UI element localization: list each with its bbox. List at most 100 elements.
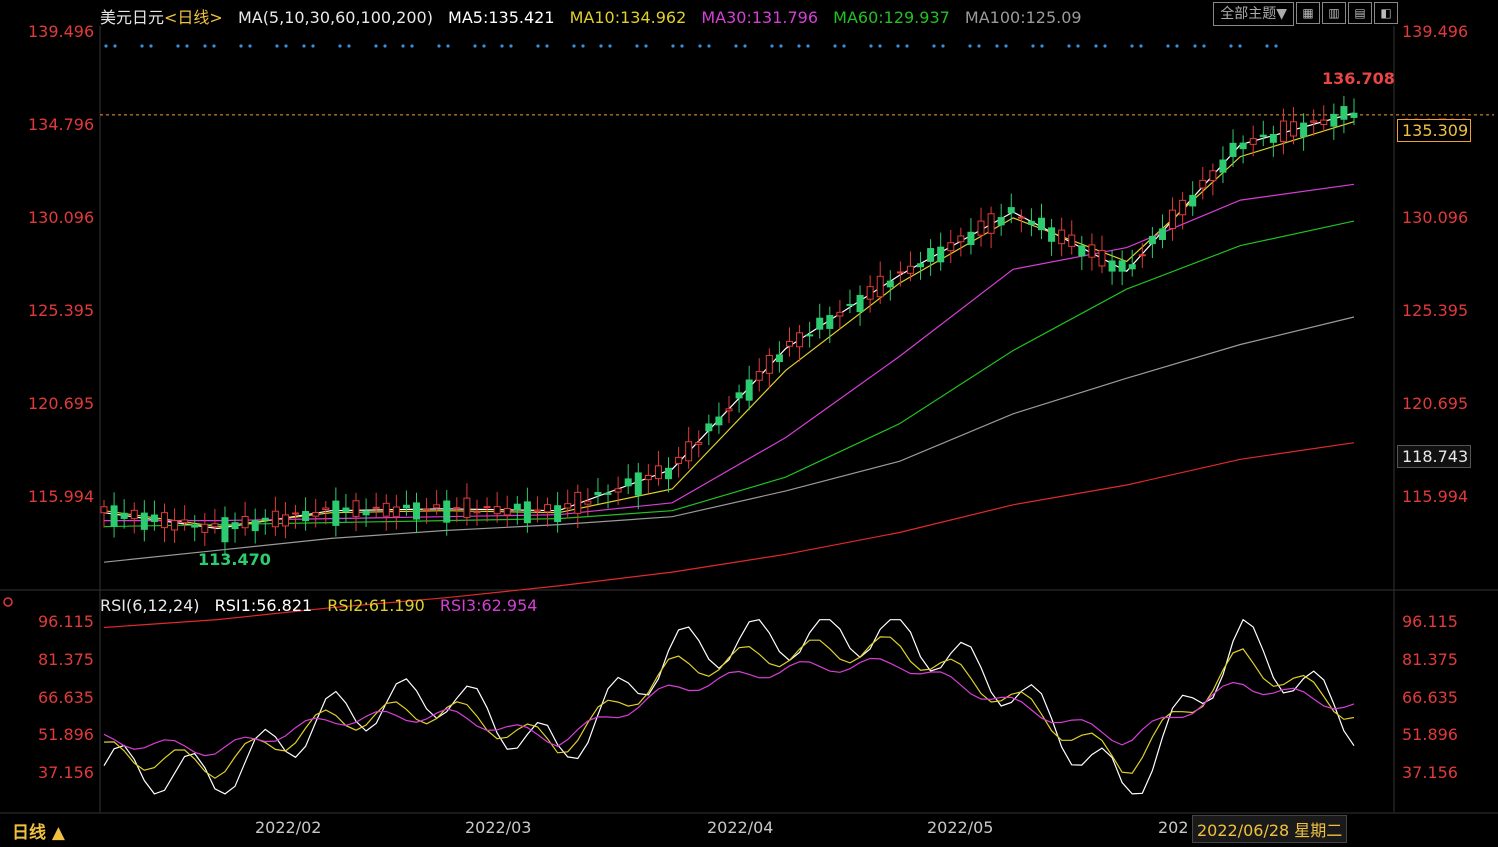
signal-dot (806, 44, 810, 48)
symbol-title[interactable]: 美元日元 (100, 8, 164, 27)
candle-body (1038, 217, 1045, 231)
ma100-value: MA100:125.09 (964, 8, 1082, 27)
signal-dot (1238, 44, 1242, 48)
candle-body (201, 523, 209, 533)
signal-dot (1103, 44, 1107, 48)
signal-dot (338, 44, 342, 48)
candle-body (271, 510, 279, 528)
candle-body (372, 506, 380, 509)
signal-dot (1193, 44, 1197, 48)
signal-dot (212, 44, 216, 48)
candle-body (564, 503, 572, 509)
line-rsi2 (103, 636, 1355, 779)
signal-dot (500, 44, 504, 48)
panel-icon[interactable]: ▤ (1348, 2, 1372, 24)
signal-dot (1094, 44, 1098, 48)
rsi1-value: RSI1:56.821 (214, 596, 313, 615)
signal-dot (473, 44, 477, 48)
candle-body (826, 315, 834, 329)
candle-body (1118, 260, 1126, 272)
low-price-label: 113.470 (198, 550, 271, 569)
signal-dot (842, 44, 846, 48)
candle-body (251, 520, 259, 532)
signal-dot (302, 44, 306, 48)
candle-body (624, 478, 632, 487)
candle-body (1350, 112, 1358, 118)
candle-body (362, 510, 370, 516)
signal-dot (905, 44, 909, 48)
candle-body (181, 519, 189, 524)
line-ma5 (103, 112, 1355, 530)
candle-body (1209, 170, 1217, 182)
candle-body (221, 517, 229, 543)
signal-dot (968, 44, 972, 48)
axis-tick-label: 96.115 (38, 612, 94, 631)
signal-dot (833, 44, 837, 48)
ma-settings-label[interactable]: MA(5,10,30,60,100,200) (238, 8, 433, 27)
candle-body (1058, 229, 1066, 245)
candle-body (977, 220, 985, 236)
signal-dot (941, 44, 945, 48)
candle-body (725, 408, 733, 412)
candle-body (1078, 245, 1086, 257)
axis-tick-label: 130.096 (28, 207, 95, 227)
candle-body (665, 467, 673, 480)
candle-body (695, 441, 703, 445)
candle-body (634, 472, 642, 496)
axis-tick-label: 139.496 (28, 22, 95, 41)
signal-dot (995, 44, 999, 48)
candle-body (503, 507, 511, 516)
signal-dot (1130, 44, 1134, 48)
candle-body (1158, 228, 1166, 240)
signal-dot (608, 44, 612, 48)
signal-dot (149, 44, 153, 48)
candle-body (796, 332, 804, 348)
candle-body (110, 505, 118, 527)
signal-dot (248, 44, 252, 48)
signal-dot (779, 44, 783, 48)
candle-body (402, 504, 410, 509)
signal-dot (104, 44, 108, 48)
rsi-settings-label[interactable]: RSI(6,12,24) (100, 596, 200, 615)
expand-icon[interactable]: ◧ (1374, 2, 1398, 24)
signal-dot (599, 44, 603, 48)
axis-tick-label: 130.096 (1402, 207, 1469, 227)
axis-tick-label: 120.695 (28, 393, 95, 413)
candle-body (1007, 207, 1015, 214)
signal-dot (1040, 44, 1044, 48)
period-button[interactable]: 日线 ▲ (12, 818, 65, 843)
period-label[interactable]: <日线> (164, 8, 223, 27)
layout-split-icon[interactable]: ▥ (1322, 2, 1346, 24)
candle-body (322, 507, 330, 511)
signal-dot (437, 44, 441, 48)
candle-body (574, 491, 582, 514)
chart-toolbar: 全部主题▼ ▦ ▥ ▤ ◧ (1213, 2, 1398, 26)
axis-tick-label: 66.635 (1402, 687, 1458, 707)
candle-body (352, 500, 360, 517)
candle-body (836, 311, 844, 317)
ma10-value: MA10:134.962 (569, 8, 687, 27)
axis-tick-label: 81.375 (1402, 649, 1458, 669)
ma30-value: MA30:131.796 (701, 8, 819, 27)
candle-body (735, 392, 743, 399)
signal-dot (410, 44, 414, 48)
signal-dot (509, 44, 513, 48)
candle-body (594, 491, 602, 496)
candle-body (987, 213, 995, 234)
candle-body (957, 235, 965, 243)
axis-tick-label: 120.695 (1402, 393, 1469, 413)
signal-dot (671, 44, 675, 48)
line-ma10 (103, 121, 1355, 528)
signal-dot (680, 44, 684, 48)
candle-body (886, 280, 894, 288)
theme-select[interactable]: 全部主题▼ (1213, 2, 1294, 26)
signal-dot (275, 44, 279, 48)
layout-grid-icon[interactable]: ▦ (1296, 2, 1320, 24)
date-label-may: 2022/05 (927, 818, 994, 837)
candle-body (533, 509, 541, 512)
axis-tick-label: 139.496 (1402, 22, 1469, 41)
current-price-tag: 135.309 (1397, 119, 1471, 142)
axis-tick-label: 134.796 (28, 114, 95, 134)
candle-body (120, 512, 128, 519)
candle-body (312, 511, 320, 517)
